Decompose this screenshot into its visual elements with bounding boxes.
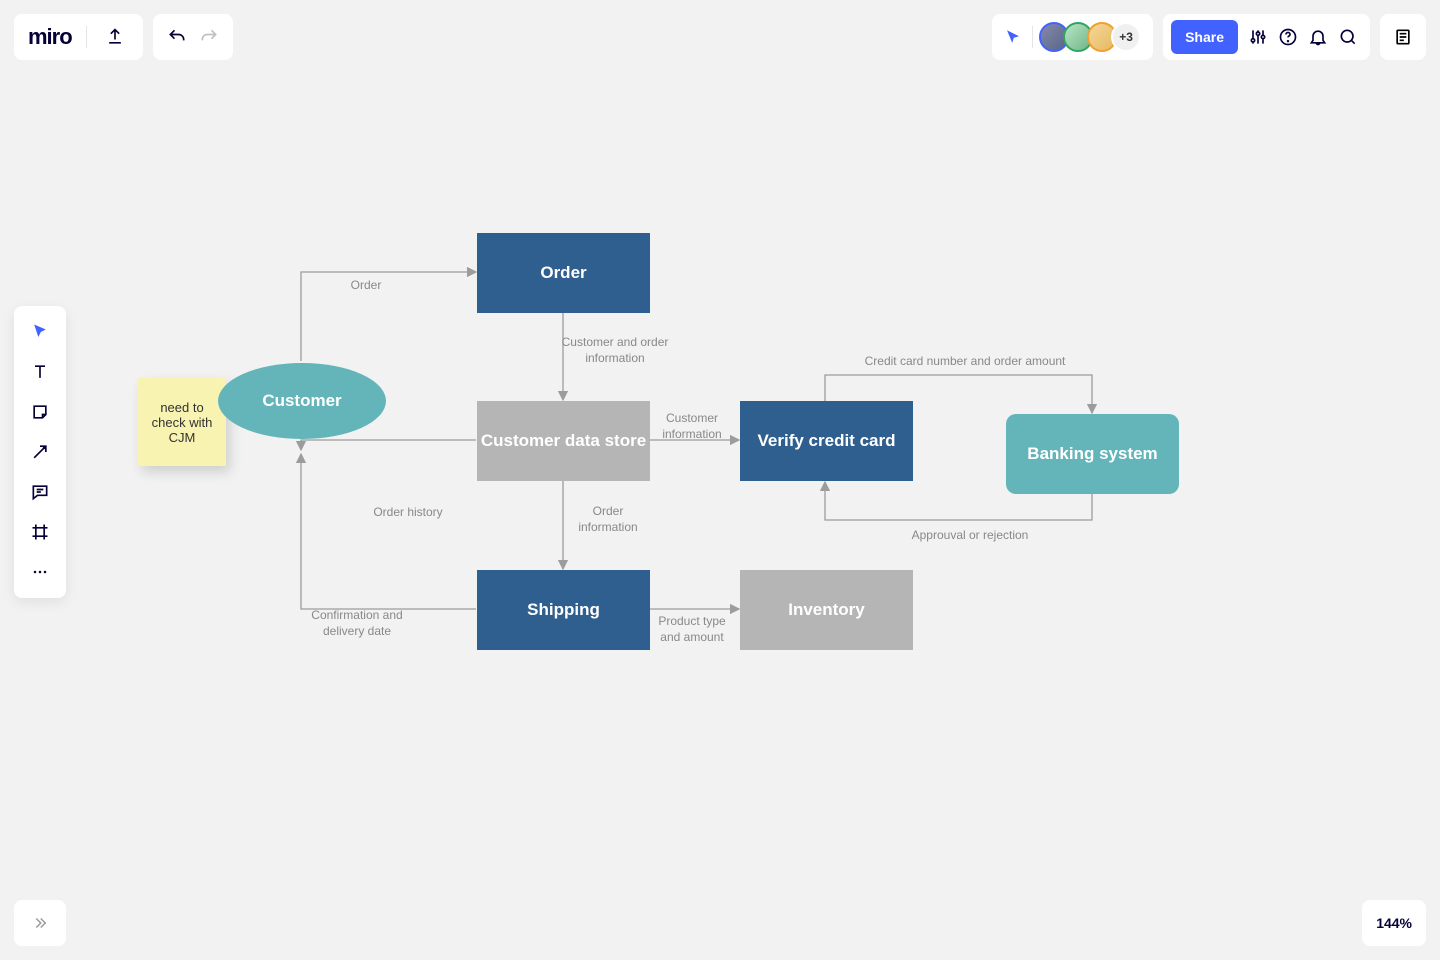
edge-label-order-info: Order information — [572, 504, 644, 535]
node-inventory[interactable]: Inventory — [740, 570, 913, 650]
node-label: Verify credit card — [758, 431, 896, 451]
canvas[interactable]: need to check with CJM Customer Order Cu… — [0, 0, 1440, 960]
node-shipping[interactable]: Shipping — [477, 570, 650, 650]
node-customer-data-store[interactable]: Customer data store — [477, 401, 650, 481]
node-label: Customer data store — [481, 431, 646, 451]
node-label: Shipping — [527, 600, 600, 620]
connectors-layer — [0, 0, 1440, 960]
node-label: Customer — [262, 391, 341, 411]
node-label: Order — [540, 263, 586, 283]
edge-label-cc-number-amount: Credit card number and order amount — [840, 354, 1090, 370]
edge-label-approval-rejection: Approuval or rejection — [870, 528, 1070, 544]
node-label: Banking system — [1027, 444, 1157, 464]
sticky-note[interactable]: need to check with CJM — [138, 378, 226, 466]
edge-label-order: Order — [340, 278, 392, 294]
node-verify-credit-card[interactable]: Verify credit card — [740, 401, 913, 481]
edge-label-customer-info: Customer information — [654, 411, 730, 442]
edge-label-order-history: Order history — [346, 505, 470, 521]
edge-label-customer-order-info: Customer and order information — [560, 335, 670, 366]
edge-label-product-type-amount: Product type and amount — [654, 614, 730, 645]
node-customer[interactable]: Customer — [218, 363, 386, 439]
node-banking-system[interactable]: Banking system — [1006, 414, 1179, 494]
node-order[interactable]: Order — [477, 233, 650, 313]
edge-label-confirm-delivery: Confirmation and delivery date — [296, 608, 418, 639]
node-label: Inventory — [788, 600, 865, 620]
sticky-text: need to check with CJM — [146, 400, 218, 445]
